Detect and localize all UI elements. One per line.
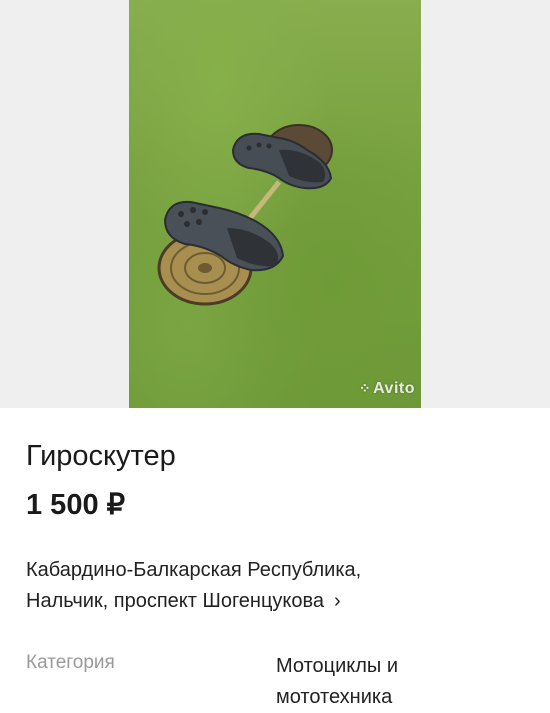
listing-photo[interactable]: ⁘ Avito [129,0,421,408]
watermark-text: Avito [373,380,415,397]
listing-title: Гироскутер [26,440,176,472]
listing-price: 1 500 ₽ [26,489,126,521]
listing-address[interactable]: Кабардино-Балкарская Республика, Нальчик… [26,555,526,617]
photo-illustration [157,124,333,306]
address-line-2-row[interactable]: Нальчик, проспект Шогенцукова › [26,586,526,617]
avito-logo-icon: ⁘ [358,380,372,396]
chevron-right-icon[interactable]: › [334,590,341,612]
avito-watermark: ⁘ Avito [359,380,415,398]
address-line-2: Нальчик, проспект Шогенцукова [26,590,325,612]
photo-gallery[interactable]: ⁘ Avito [0,0,550,408]
category-label: Категория [26,652,115,673]
address-line-1: Кабардино-Балкарская Республика, [26,559,362,581]
category-value[interactable]: Мотоциклы и мототехника [276,651,476,713]
